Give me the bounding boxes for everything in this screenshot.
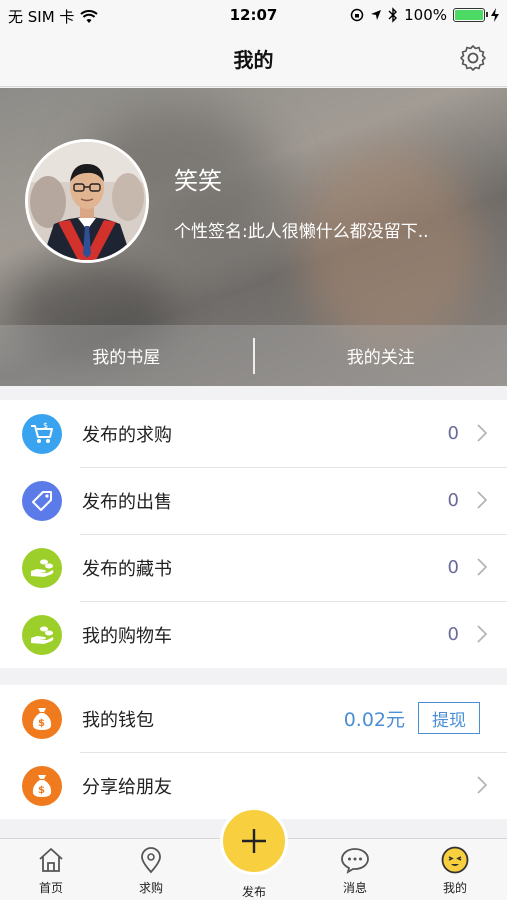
- home-icon: [39, 848, 63, 872]
- svg-text:$: $: [43, 422, 48, 430]
- tag-icon: [22, 481, 62, 521]
- list-item-published-collection[interactable]: 发布的藏书 0: [0, 534, 507, 601]
- svg-text:$: $: [38, 718, 45, 729]
- list-item-count: 0: [447, 490, 459, 511]
- tab-mine[interactable]: 我的: [420, 845, 490, 896]
- nav-bar: 我的: [0, 30, 507, 87]
- list-item-published-wanted[interactable]: $ 发布的求购 0: [0, 400, 507, 467]
- tab-bar: 首页 求购 发布 消息 我的: [0, 807, 507, 900]
- plus-icon: [242, 829, 266, 853]
- list-item-label: 发布的出售: [82, 491, 172, 513]
- list-item-published-sale[interactable]: 发布的出售 0: [0, 467, 507, 534]
- battery-percent: 100%: [404, 6, 447, 24]
- list-item-count: 0: [447, 423, 459, 444]
- page-title: 我的: [233, 48, 274, 72]
- location-arrow-icon: [371, 10, 382, 20]
- tab-label: 首页: [38, 881, 63, 895]
- list-item-shopping-cart[interactable]: 我的购物车 0: [0, 601, 507, 668]
- location-icon: [141, 847, 161, 874]
- user-signature: 个性签名:此人很懒什么都没留下..: [174, 222, 429, 242]
- background-blur: [300, 148, 480, 348]
- chevron-right-icon: [477, 625, 487, 643]
- list-item-wallet[interactable]: $ 我的钱包 0.02元 提现: [0, 685, 507, 752]
- bluetooth-icon: [388, 7, 398, 23]
- tab-label: 发布: [241, 885, 266, 899]
- list-item-label: 我的购物车: [82, 625, 172, 647]
- withdraw-button[interactable]: 提现: [418, 702, 480, 734]
- tab-my-bookhouse[interactable]: 我的书屋: [0, 343, 253, 368]
- tab-label: 求购: [138, 881, 163, 895]
- chevron-right-icon: [477, 491, 487, 509]
- rotation-lock-icon: [350, 8, 364, 22]
- publish-button[interactable]: [220, 807, 288, 875]
- tab-wanted[interactable]: 求购: [116, 845, 186, 896]
- tab-label: 我的: [442, 881, 467, 895]
- list-item-count: 0: [447, 624, 459, 645]
- tab-home[interactable]: 首页: [16, 845, 86, 896]
- tab-my-following[interactable]: 我的关注: [255, 343, 507, 368]
- cart-icon: $: [22, 414, 62, 454]
- charging-icon: [491, 8, 499, 22]
- profile-header: 笑笑 个性签名:此人很懒什么都没留下.. 我的书屋 我的关注: [0, 88, 507, 386]
- status-bar: 无 SIM 卡 12:07 100%: [0, 0, 507, 30]
- list-item-label: 发布的求购: [82, 424, 172, 446]
- avatar[interactable]: [25, 139, 149, 263]
- tab-messages[interactable]: 消息: [320, 845, 390, 896]
- list-item-label: 发布的藏书: [82, 558, 172, 580]
- list-item-count: 0: [447, 557, 459, 578]
- tab-label: 消息: [342, 881, 367, 895]
- battery-fill: [455, 10, 483, 20]
- profile-tabs: 我的书屋 我的关注: [0, 325, 507, 386]
- settings-gear-icon[interactable]: [459, 44, 487, 72]
- money-bag-icon: $: [22, 766, 62, 806]
- avatar-photo: [28, 142, 146, 260]
- chevron-right-icon: [477, 776, 487, 794]
- published-list: $ 发布的求购 0 发布的出售 0 发布的藏书 0 我的购物车 0: [0, 400, 507, 668]
- chevron-right-icon: [477, 424, 487, 442]
- money-bag-icon: $: [22, 699, 62, 739]
- user-nickname: 笑笑: [174, 167, 222, 195]
- list-item-label: 分享给朋友: [82, 776, 172, 798]
- hand-coins-icon: [22, 615, 62, 655]
- svg-text:$: $: [38, 785, 45, 796]
- tab-publish[interactable]: 发布: [219, 807, 289, 900]
- list-item-label: 我的钱包: [82, 709, 154, 731]
- chat-icon: [341, 848, 369, 874]
- face-icon: [441, 846, 469, 874]
- account-list: $ 我的钱包 0.02元 提现 $ 分享给朋友: [0, 685, 507, 819]
- battery-icon: [453, 8, 488, 22]
- hand-coins-icon: [22, 548, 62, 588]
- wallet-balance: 0.02元: [343, 709, 405, 731]
- chevron-right-icon: [477, 558, 487, 576]
